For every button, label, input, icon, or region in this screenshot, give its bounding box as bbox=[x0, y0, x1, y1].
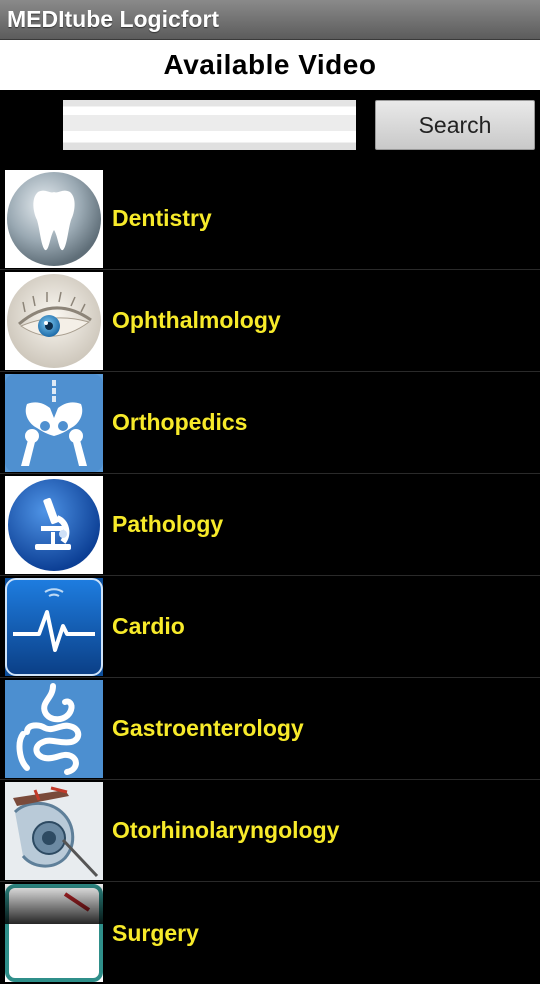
microscope-icon bbox=[5, 475, 103, 574]
surgery-icon bbox=[5, 884, 103, 982]
list-item-label: Gastroenterology bbox=[112, 715, 304, 741]
list-item-label: Otorhinolaryngology bbox=[112, 817, 340, 843]
eye-icon bbox=[5, 271, 103, 370]
list-item-otorhinolaryngology[interactable]: Otorhinolaryngology bbox=[0, 780, 540, 882]
page-header: Available Video bbox=[0, 40, 540, 90]
page-title: Available Video bbox=[163, 49, 377, 80]
list-item-surgery[interactable]: Surgery bbox=[0, 882, 540, 984]
list-item-label: Orthopedics bbox=[112, 409, 248, 435]
category-list: Dentistry Ophthalmology Orthopedics Path… bbox=[0, 168, 540, 984]
search-button[interactable]: Search bbox=[375, 100, 535, 150]
list-item-pathology[interactable]: Pathology bbox=[0, 474, 540, 576]
pelvis-bone-icon bbox=[5, 373, 103, 472]
search-button-label: Search bbox=[418, 111, 492, 138]
list-item-cardio[interactable]: Cardio bbox=[0, 576, 540, 678]
search-input[interactable] bbox=[63, 100, 356, 150]
tooth-icon bbox=[5, 169, 103, 268]
list-item-ophthalmology[interactable]: Ophthalmology bbox=[0, 270, 540, 372]
list-item-dentistry[interactable]: Dentistry bbox=[0, 168, 540, 270]
app-title: MEDItube Logicfort bbox=[7, 6, 220, 32]
list-item-orthopedics[interactable]: Orthopedics bbox=[0, 372, 540, 474]
search-bar: Search bbox=[0, 90, 540, 168]
list-item-label: Cardio bbox=[112, 613, 185, 639]
list-item-label: Pathology bbox=[112, 511, 224, 537]
heartbeat-icon bbox=[5, 577, 103, 676]
ear-surgery-icon bbox=[5, 781, 103, 880]
list-item-label: Ophthalmology bbox=[112, 307, 281, 333]
list-item-label: Dentistry bbox=[112, 205, 212, 231]
list-item-gastroenterology[interactable]: Gastroenterology bbox=[0, 678, 540, 780]
app-title-bar: MEDItube Logicfort bbox=[0, 0, 540, 40]
stomach-intestine-icon bbox=[5, 679, 103, 778]
